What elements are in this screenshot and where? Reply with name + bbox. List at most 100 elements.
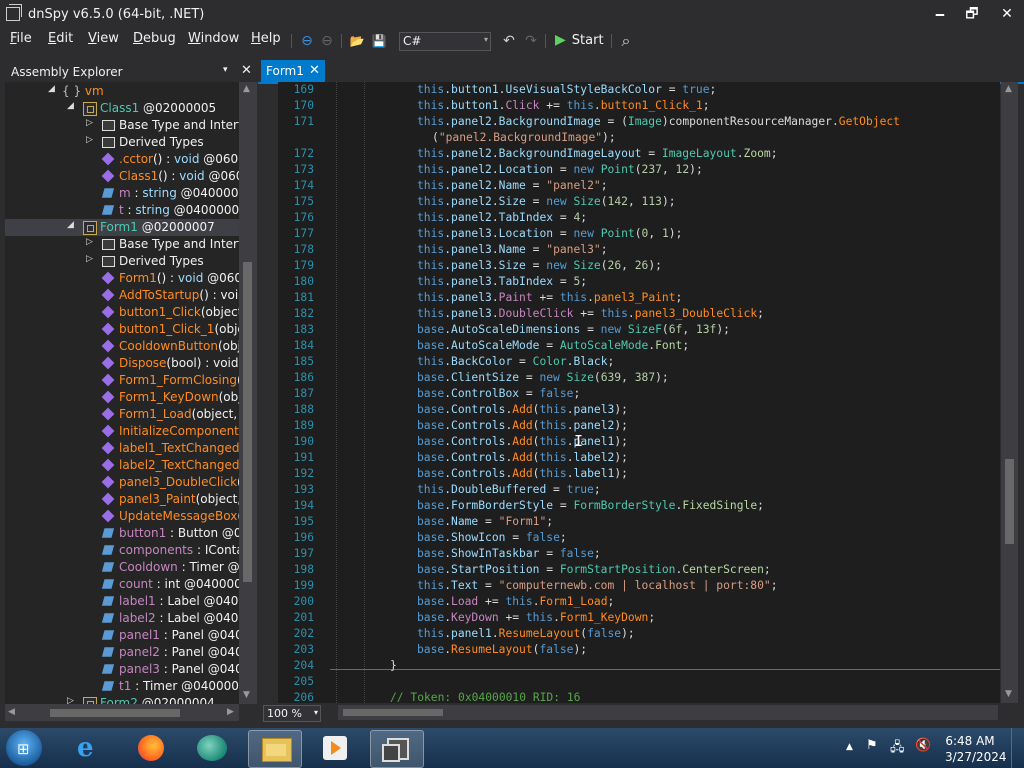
- tab-form1[interactable]: Form1 ✕: [261, 60, 325, 82]
- expand-arrow-icon[interactable]: ▷: [67, 696, 74, 704]
- tree-node[interactable]: ▷ Form2 @02000004: [5, 695, 239, 704]
- tree-node[interactable]: label2_TextChanged(o: [5, 457, 239, 474]
- tree-node[interactable]: Cooldown : Timer @0: [5, 559, 239, 576]
- tree-node[interactable]: label2 : Label @04000: [5, 610, 239, 627]
- expand-arrow-icon[interactable]: ▷: [86, 254, 93, 264]
- tree-node[interactable]: InitializeComponent(): [5, 423, 239, 440]
- tree-vertical-scrollbar[interactable]: ▲ ▼: [239, 82, 257, 704]
- open-folder-icon[interactable]: 📂: [348, 32, 366, 50]
- tree-node[interactable]: panel3_DoubleClick(o: [5, 474, 239, 491]
- code-text: this.panel2.Name = "panel2";: [417, 179, 608, 192]
- undo-icon[interactable]: ↶: [500, 32, 518, 50]
- tree-node[interactable]: Dispose(bool) : void @: [5, 355, 239, 372]
- tree-node[interactable]: UpdateMessageBox(ol: [5, 508, 239, 525]
- tree-node[interactable]: button1_Click_1(objec: [5, 321, 239, 338]
- assembly-tree[interactable]: ◢ { } vm ◢ Class1 @02000005 ▷ Base Type and I…: [5, 82, 239, 704]
- tree-node[interactable]: Form1_KeyDown(obje: [5, 389, 239, 406]
- tree-node[interactable]: count : int @04000012: [5, 576, 239, 593]
- search-icon[interactable]: ⌕: [617, 32, 635, 50]
- navigate-forward-icon[interactable]: ⊖: [318, 32, 336, 50]
- navigate-back-icon[interactable]: ⊖: [298, 32, 316, 50]
- tree-node[interactable]: ◢ Class1 @02000005: [5, 100, 239, 117]
- tree-node[interactable]: panel2 : Panel @04000: [5, 644, 239, 661]
- show-desktop-button[interactable]: [1011, 728, 1024, 768]
- scroll-down-icon[interactable]: ▼: [243, 690, 250, 700]
- tree-node[interactable]: ▷ Derived Types: [5, 134, 239, 151]
- taskbar-media-player[interactable]: [309, 730, 361, 766]
- expand-arrow-icon[interactable]: ▷: [86, 237, 93, 247]
- scroll-up-icon[interactable]: ▲: [1005, 84, 1012, 94]
- tree-node[interactable]: label1_TextChanged(o: [5, 440, 239, 457]
- tree-node[interactable]: t1 : Timer @04000010: [5, 678, 239, 695]
- tree-node[interactable]: ▷ Base Type and Interfac: [5, 236, 239, 253]
- tree-node[interactable]: Form1_Load(object, E: [5, 406, 239, 423]
- collapse-arrow-icon[interactable]: ◢: [67, 220, 74, 230]
- editor-horizontal-scrollbar[interactable]: [338, 705, 998, 720]
- scrollbar-thumb[interactable]: [243, 262, 252, 582]
- collapse-arrow-icon[interactable]: ◢: [67, 101, 74, 111]
- scroll-down-icon[interactable]: ▼: [1005, 689, 1012, 699]
- close-button[interactable]: ✕: [993, 4, 1021, 24]
- show-hidden-icons-icon[interactable]: ▲: [846, 742, 853, 752]
- taskbar-file-explorer[interactable]: [248, 730, 302, 768]
- expand-arrow-icon[interactable]: ▷: [86, 118, 93, 128]
- tree-node[interactable]: Form1_FormClosing(c: [5, 372, 239, 389]
- tree-node[interactable]: CooldownButton(obje: [5, 338, 239, 355]
- maximize-button[interactable]: 🗗: [958, 4, 986, 24]
- field-icon: [101, 188, 115, 198]
- tree-node[interactable]: ◢ { } vm: [5, 83, 239, 100]
- scrollbar-thumb[interactable]: [343, 709, 443, 716]
- scroll-left-icon[interactable]: ◀: [8, 707, 15, 717]
- taskbar-internet-explorer[interactable]: e: [63, 730, 115, 766]
- menu-window[interactable]: Window: [188, 31, 239, 46]
- tab-close-icon[interactable]: ✕: [309, 63, 320, 78]
- redo-icon[interactable]: ↷: [522, 32, 540, 50]
- code-editor[interactable]: 169 this.button1.UseVisualStyleBackColor …: [278, 82, 1000, 703]
- windows-start-button[interactable]: ⊞: [6, 730, 42, 766]
- tree-node[interactable]: button1 : Button @040: [5, 525, 239, 542]
- tree-horizontal-scrollbar[interactable]: ◀ ▶: [5, 704, 239, 721]
- tree-node[interactable]: panel3 : Panel @04000: [5, 661, 239, 678]
- tree-node[interactable]: panel3_Paint(object, P: [5, 491, 239, 508]
- menu-edit[interactable]: Edit: [48, 31, 73, 46]
- tree-node[interactable]: components : IContai: [5, 542, 239, 559]
- minimize-button[interactable]: 🗕: [926, 4, 954, 24]
- taskbar-dnspy[interactable]: [370, 730, 424, 768]
- menu-debug[interactable]: Debug: [133, 31, 176, 46]
- tree-node[interactable]: ▷ Derived Types: [5, 253, 239, 270]
- tree-node[interactable]: m : string @0400000A: [5, 185, 239, 202]
- menu-view[interactable]: View: [88, 31, 119, 46]
- collapse-arrow-icon[interactable]: ◢: [48, 84, 55, 94]
- tree-node[interactable]: panel1 : Panel @04000: [5, 627, 239, 644]
- tree-node[interactable]: AddToStartup() : void: [5, 287, 239, 304]
- scrollbar-thumb[interactable]: [1005, 459, 1014, 544]
- tree-node[interactable]: ◢ Form1 @02000007: [5, 219, 239, 236]
- system-clock[interactable]: 6:48 AM 3/27/2024: [945, 733, 1007, 765]
- save-icon[interactable]: 💾: [370, 32, 388, 50]
- zoom-select[interactable]: 100 % ▾: [263, 705, 321, 722]
- menu-help[interactable]: Help: [251, 31, 281, 46]
- tree-node[interactable]: Form1() : void @06000: [5, 270, 239, 287]
- network-icon[interactable]: 🖧: [890, 738, 905, 760]
- scroll-right-icon[interactable]: ▶: [227, 707, 234, 717]
- action-center-flag-icon[interactable]: ⚑: [866, 738, 878, 753]
- tree-node[interactable]: label1 : Label @04000: [5, 593, 239, 610]
- taskbar-websearch[interactable]: [185, 730, 237, 766]
- scrollbar-thumb[interactable]: [50, 709, 180, 717]
- tree-node-label: panel3_Paint(object, P: [119, 492, 239, 506]
- editor-vertical-scrollbar[interactable]: ▲ ▼: [1001, 82, 1018, 703]
- tree-node[interactable]: ▷ Base Type and Interfac: [5, 117, 239, 134]
- tree-node[interactable]: .cctor() : void @06000: [5, 151, 239, 168]
- volume-muted-icon[interactable]: 🔇: [915, 738, 931, 753]
- taskbar-firefox[interactable]: [124, 730, 176, 766]
- start-debug-button[interactable]: ▶ Start: [555, 32, 604, 50]
- tree-node[interactable]: Class1() : void @06000: [5, 168, 239, 185]
- language-select[interactable]: C# ▾: [399, 32, 491, 51]
- expand-arrow-icon[interactable]: ▷: [86, 135, 93, 145]
- panel-close-icon[interactable]: ✕: [241, 63, 252, 78]
- tree-node[interactable]: t : string @04000009: [5, 202, 239, 219]
- scroll-up-icon[interactable]: ▲: [243, 84, 250, 94]
- panel-options-icon[interactable]: ▾: [223, 65, 228, 75]
- menu-file[interactable]: File: [10, 31, 32, 46]
- tree-node[interactable]: button1_Click(object,: [5, 304, 239, 321]
